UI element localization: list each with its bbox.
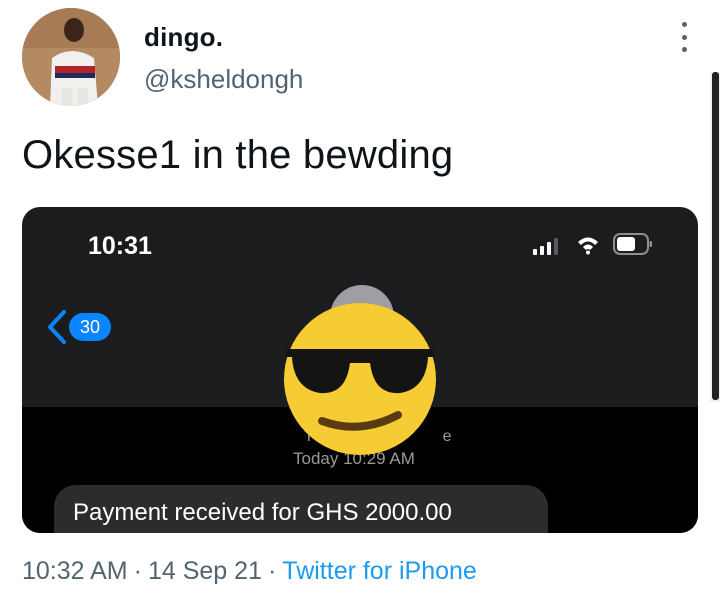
tweet-text: Okesse1 in the bewding — [22, 133, 454, 177]
unread-count-badge[interactable]: 30 — [69, 313, 111, 341]
meta-separator: · — [267, 557, 277, 585]
more-dot — [681, 22, 687, 27]
tweet-meta: 10:32 AM · 14 Sep 21 · Twitter for iPhone — [22, 557, 477, 586]
meta-separator: · — [133, 557, 142, 585]
scrollbar-thumb[interactable] — [712, 72, 719, 400]
tweet-media-image[interactable]: 10:31 30 Tge Today 10:29 AM Payment rece… — [22, 207, 698, 533]
more-vertical-icon[interactable] — [672, 22, 696, 52]
more-dot — [681, 34, 687, 40]
status-bar-time: 10:31 — [88, 232, 152, 260]
author-handle[interactable]: @ksheldongh — [144, 64, 303, 95]
avatar-photo — [22, 8, 120, 106]
author-display-name[interactable]: dingo. — [144, 22, 223, 53]
sunglasses-emoji-icon — [284, 303, 436, 455]
author-avatar[interactable] — [22, 8, 120, 106]
battery-icon — [613, 233, 652, 255]
tweet-time[interactable]: 10:32 AM — [22, 557, 128, 585]
tweet-date[interactable]: 14 Sep 21 — [148, 557, 262, 585]
signal-icon — [533, 238, 558, 255]
back-chevron-icon[interactable] — [44, 309, 70, 345]
wifi-icon — [578, 237, 598, 255]
tweet-source-link[interactable]: Twitter for iPhone — [282, 557, 477, 585]
more-dot — [681, 47, 687, 52]
message-text: Payment received for GHS 2000.00 — [73, 499, 452, 526]
